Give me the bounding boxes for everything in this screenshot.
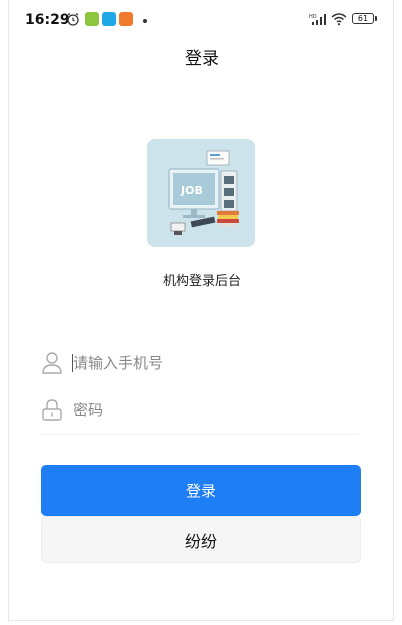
password-input[interactable]: [73, 396, 343, 424]
battery-level: 61: [357, 14, 369, 23]
orange-app-icon: [119, 12, 133, 26]
secondary-button[interactable]: 纷纷: [41, 516, 361, 563]
login-button-label: 登录: [185, 482, 216, 500]
page-title: 登录: [185, 49, 219, 69]
status-time: 16:29: [25, 12, 70, 28]
app-logo: JOB: [147, 139, 255, 247]
svg-text:HD: HD: [309, 14, 317, 20]
wifi-icon: [331, 13, 347, 26]
phone-input[interactable]: [73, 349, 343, 377]
login-button[interactable]: 登录: [41, 465, 361, 516]
blue-app-icon: [102, 12, 116, 26]
user-icon: [42, 352, 62, 374]
lock-icon: [42, 399, 62, 421]
battery-tip: [375, 16, 377, 21]
green-app-icon: [85, 12, 99, 26]
form-divider: [41, 434, 357, 435]
phone-row: [41, 343, 357, 383]
page-subtitle: 机构登录后台: [162, 274, 241, 289]
phone-screen: 16:29 HD 61 登录 JOB 机构登录后台 请输入手机号 登录 纷纷: [8, 0, 394, 621]
signal-icon: HD: [309, 14, 326, 25]
battery-icon: 61: [352, 13, 374, 24]
password-row: [41, 390, 357, 430]
alarm-icon: [67, 13, 79, 26]
more-notifications-dot: [143, 19, 147, 23]
svg-text:JOB: JOB: [180, 184, 203, 197]
status-bar: 16:29 HD 61: [9, 0, 395, 36]
secondary-button-label: 纷纷: [184, 531, 217, 551]
